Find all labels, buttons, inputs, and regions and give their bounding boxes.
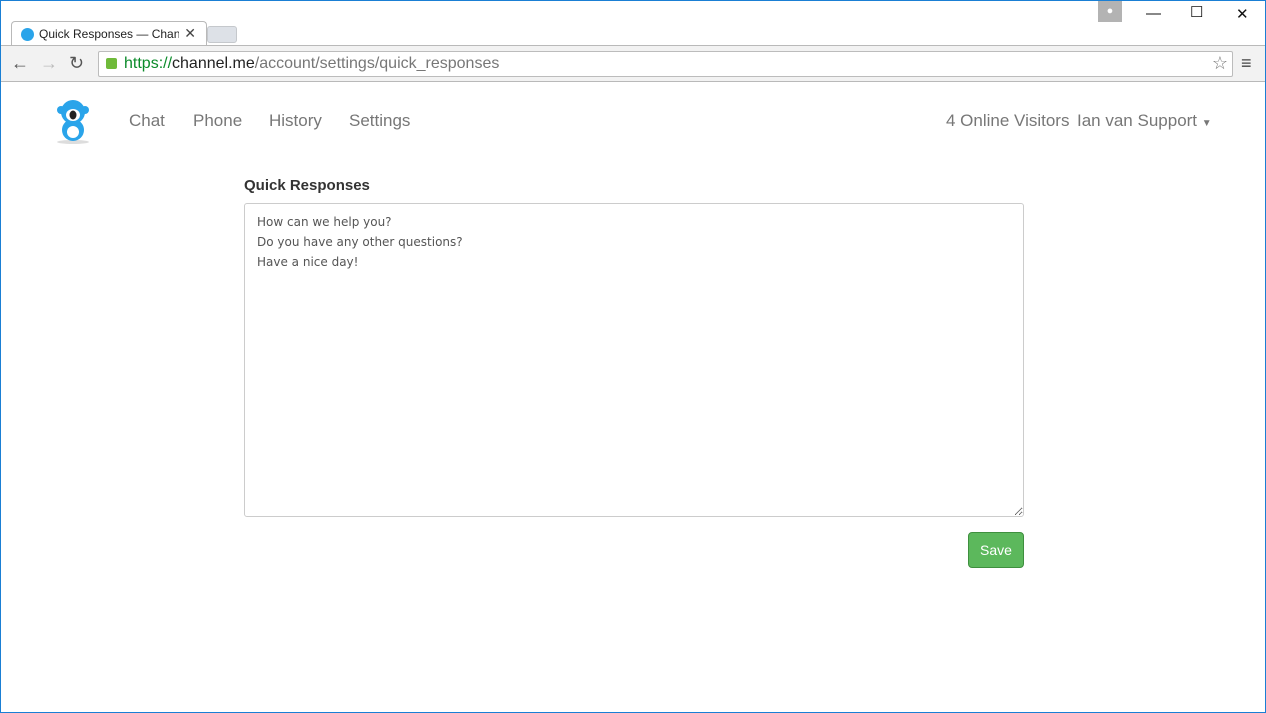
browser-menu-icon[interactable]: ≡ <box>1241 53 1252 74</box>
forward-icon[interactable]: → <box>40 53 58 74</box>
online-visitors-link[interactable]: 4 Online Visitors <box>946 111 1069 131</box>
bookmark-star-icon[interactable]: ☆ <box>1212 53 1228 74</box>
minimize-button[interactable]: — <box>1146 5 1161 22</box>
title-bar: Quick Responses — Channel.me ✕ ● — ☐ ✕ <box>1 1 1265 46</box>
logo-icon[interactable] <box>53 98 93 144</box>
url-text: https://channel.me/account/settings/quic… <box>124 55 499 73</box>
close-window-button[interactable]: ✕ <box>1236 5 1249 23</box>
nav-settings[interactable]: Settings <box>349 111 410 131</box>
page-title: Quick Responses <box>244 177 370 194</box>
browser-tab[interactable]: Quick Responses — Channel.me ✕ <box>11 21 207 46</box>
browser-toolbar: ← → ↻ https://channel.me/account/setting… <box>1 45 1265 82</box>
tab-title: Quick Responses — Channel.me <box>39 27 179 41</box>
save-button[interactable]: Save <box>968 532 1024 568</box>
browser-window: Quick Responses — Channel.me ✕ ● — ☐ ✕ ←… <box>0 0 1266 713</box>
url-path: /account/settings/quick_responses <box>254 55 500 72</box>
nav-chat[interactable]: Chat <box>129 111 165 131</box>
quick-responses-textarea[interactable]: How can we help you? Do you have any oth… <box>244 203 1024 517</box>
user-menu[interactable]: Ian van Support ▼ <box>1077 111 1212 131</box>
nav-phone[interactable]: Phone <box>193 111 242 131</box>
address-bar[interactable]: https://channel.me/account/settings/quic… <box>98 51 1233 77</box>
profile-icon[interactable]: ● <box>1098 1 1122 22</box>
lock-icon <box>106 58 117 69</box>
url-domain: channel.me <box>172 55 255 72</box>
favicon-icon <box>21 28 34 41</box>
close-tab-icon[interactable]: ✕ <box>184 25 196 42</box>
user-name: Ian van Support <box>1077 111 1198 130</box>
back-icon[interactable]: ← <box>11 53 29 74</box>
caret-down-icon: ▼ <box>1201 118 1212 129</box>
new-tab-button[interactable] <box>207 26 237 43</box>
reload-icon[interactable]: ↻ <box>69 53 84 74</box>
url-scheme: https:// <box>124 55 173 72</box>
app-navbar: Chat Phone History Settings 4 Online Vis… <box>1 82 1265 162</box>
maximize-button[interactable]: ☐ <box>1190 3 1203 21</box>
nav-history[interactable]: History <box>269 111 322 131</box>
